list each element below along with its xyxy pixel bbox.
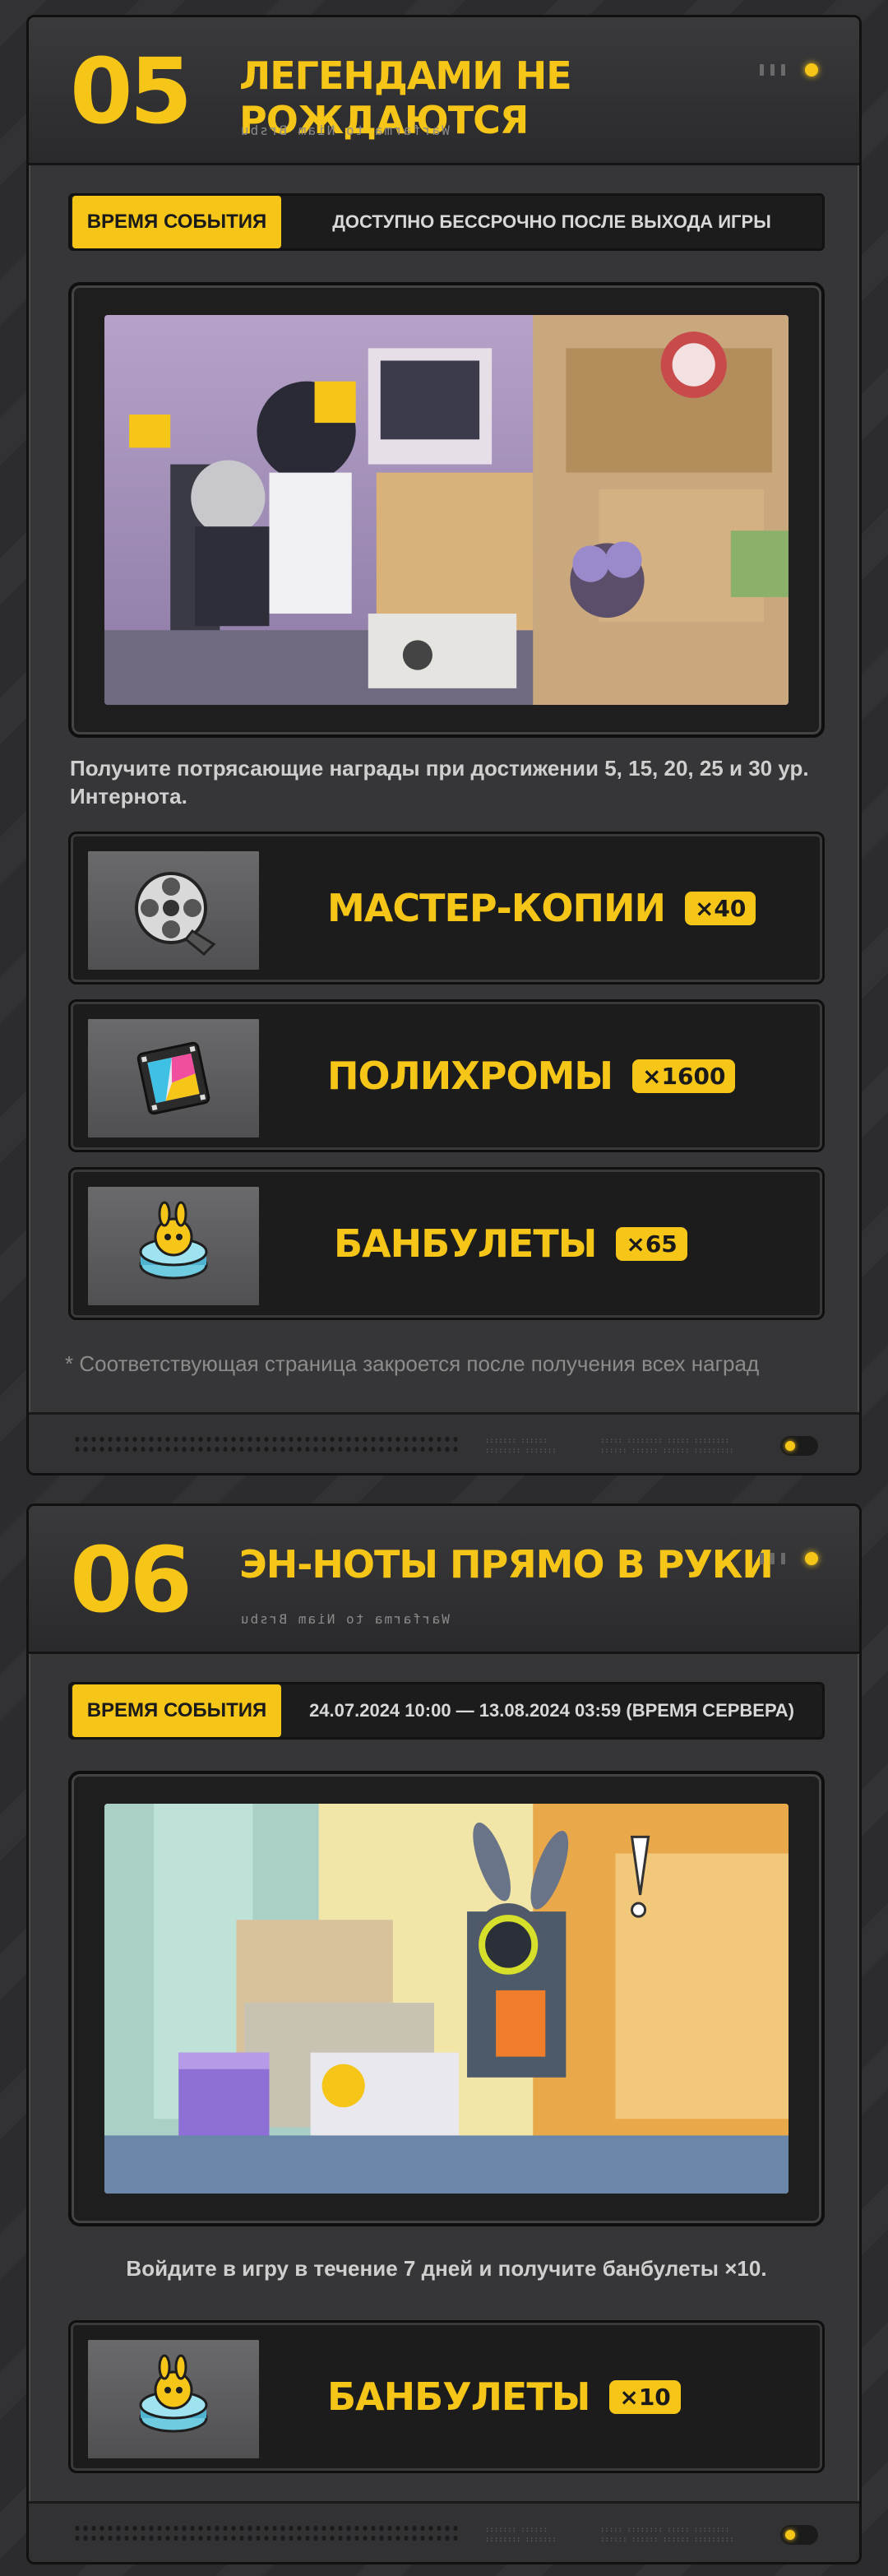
boopon-coin-icon	[86, 1184, 261, 1308]
speaker-grille	[73, 2523, 460, 2543]
reward-name-row: БАНБУЛЕТЫ ×10	[327, 2323, 681, 2471]
reward-card: БАНБУЛЕТЫ ×10	[68, 2320, 825, 2473]
panel-footer: ::::::: :::::::::::::: ::::::: ::::: :::…	[29, 1412, 859, 1473]
panel-header: 05 ЛЕГЕНДАМИ НЕ РОЖДАЮТСЯ Warfarma to Ni…	[29, 17, 859, 165]
header-indicator	[760, 63, 818, 76]
section-number: 06	[70, 1527, 192, 1633]
reward-name: ПОЛИХРОМЫ	[327, 1054, 613, 1098]
footer-decor-text: ::::: :::::::: ::::: :::::::::::::: ::::…	[600, 1437, 734, 1455]
event-description: Получите потрясающие награды при достиже…	[70, 756, 809, 808]
reward-quantity: ×1600	[632, 1059, 736, 1093]
event-time-row: ВРЕМЯ СОБЫТИЯ 24.07.2024 10:00 — 13.08.2…	[68, 1682, 825, 1740]
section-subtitle: Warfarma to Niam Brsbu	[239, 123, 450, 138]
event-artwork-frame	[68, 1771, 825, 2226]
event-time-value: 24.07.2024 10:00 — 13.08.2024 03:59 (ВРЕ…	[309, 1700, 794, 1721]
event-time-row: ВРЕМЯ СОБЫТИЯ ДОСТУПНО БЕССРОЧНО ПОСЛЕ В…	[68, 193, 825, 251]
film-reel-icon	[86, 849, 261, 972]
event-time-label: ВРЕМЯ СОБЫТИЯ	[72, 196, 281, 248]
reward-name: БАНБУЛЕТЫ	[334, 1221, 597, 1266]
footer-decor-text: ::::: :::::::: ::::: :::::::::::::: ::::…	[600, 2526, 734, 2544]
reward-name-row: ПОЛИХРОМЫ ×1600	[327, 1002, 736, 1150]
power-toggle[interactable]	[780, 1436, 818, 1456]
power-toggle[interactable]	[780, 2525, 818, 2545]
footer-decor-text: ::::::: :::::::::::::: :::::::	[485, 1437, 557, 1455]
reward-card: ПОЛИХРОМЫ ×1600	[68, 999, 825, 1152]
footer-decor-text: ::::::: :::::::::::::: :::::::	[485, 2526, 557, 2544]
status-led-icon	[805, 63, 818, 76]
footnote: * Соответствующая страница закроется пос…	[65, 1351, 760, 1376]
reward-quantity: ×10	[609, 2379, 681, 2414]
reward-name-row: БАНБУЛЕТЫ ×65	[334, 1170, 687, 1318]
event-time-value: ДОСТУПНО БЕССРОЧНО ПОСЛЕ ВЫХОДА ИГРЫ	[332, 211, 771, 232]
reward-card: БАНБУЛЕТЫ ×65	[68, 1167, 825, 1320]
reward-name-row: МАСТЕР-КОПИИ ×40	[327, 834, 756, 982]
polychrome-film-icon	[86, 1017, 261, 1140]
reward-name: БАНБУЛЕТЫ	[327, 2374, 590, 2419]
speaker-grille	[73, 1434, 460, 1454]
event-panel-05: 05 ЛЕГЕНДАМИ НЕ РОЖДАЮТСЯ Warfarma to Ni…	[26, 15, 862, 1476]
panel-footer: ::::::: :::::::::::::: ::::::: ::::: :::…	[29, 2501, 859, 2562]
event-description: Войдите в игру в течение 7 дней и получи…	[126, 2256, 767, 2281]
event-time-label: ВРЕМЯ СОБЫТИЯ	[72, 1684, 281, 1737]
section-subtitle: Warfarma to Niam Brsbu	[239, 1611, 450, 1627]
status-led-icon	[805, 1552, 818, 1565]
panel-header: 06 ЭН-НОТЫ ПРЯМО В РУКИ Warfarma to Niam…	[29, 1506, 859, 1654]
reward-card: МАСТЕР-КОПИИ ×40	[68, 832, 825, 985]
section-number: 05	[70, 39, 192, 144]
reward-quantity: ×40	[684, 891, 756, 925]
reward-name: МАСТЕР-КОПИИ	[327, 886, 666, 930]
section-title: ЭН-НОТЫ ПРЯМО В РУКИ	[239, 1542, 774, 1587]
event-artwork	[104, 315, 789, 705]
event-artwork	[104, 1804, 789, 2194]
event-panel-06: 06 ЭН-НОТЫ ПРЯМО В РУКИ Warfarma to Niam…	[26, 1503, 862, 2564]
event-artwork-frame	[68, 282, 825, 738]
header-indicator	[760, 1552, 818, 1565]
reward-quantity: ×65	[616, 1226, 687, 1261]
boopon-coin-icon	[86, 2337, 261, 2461]
